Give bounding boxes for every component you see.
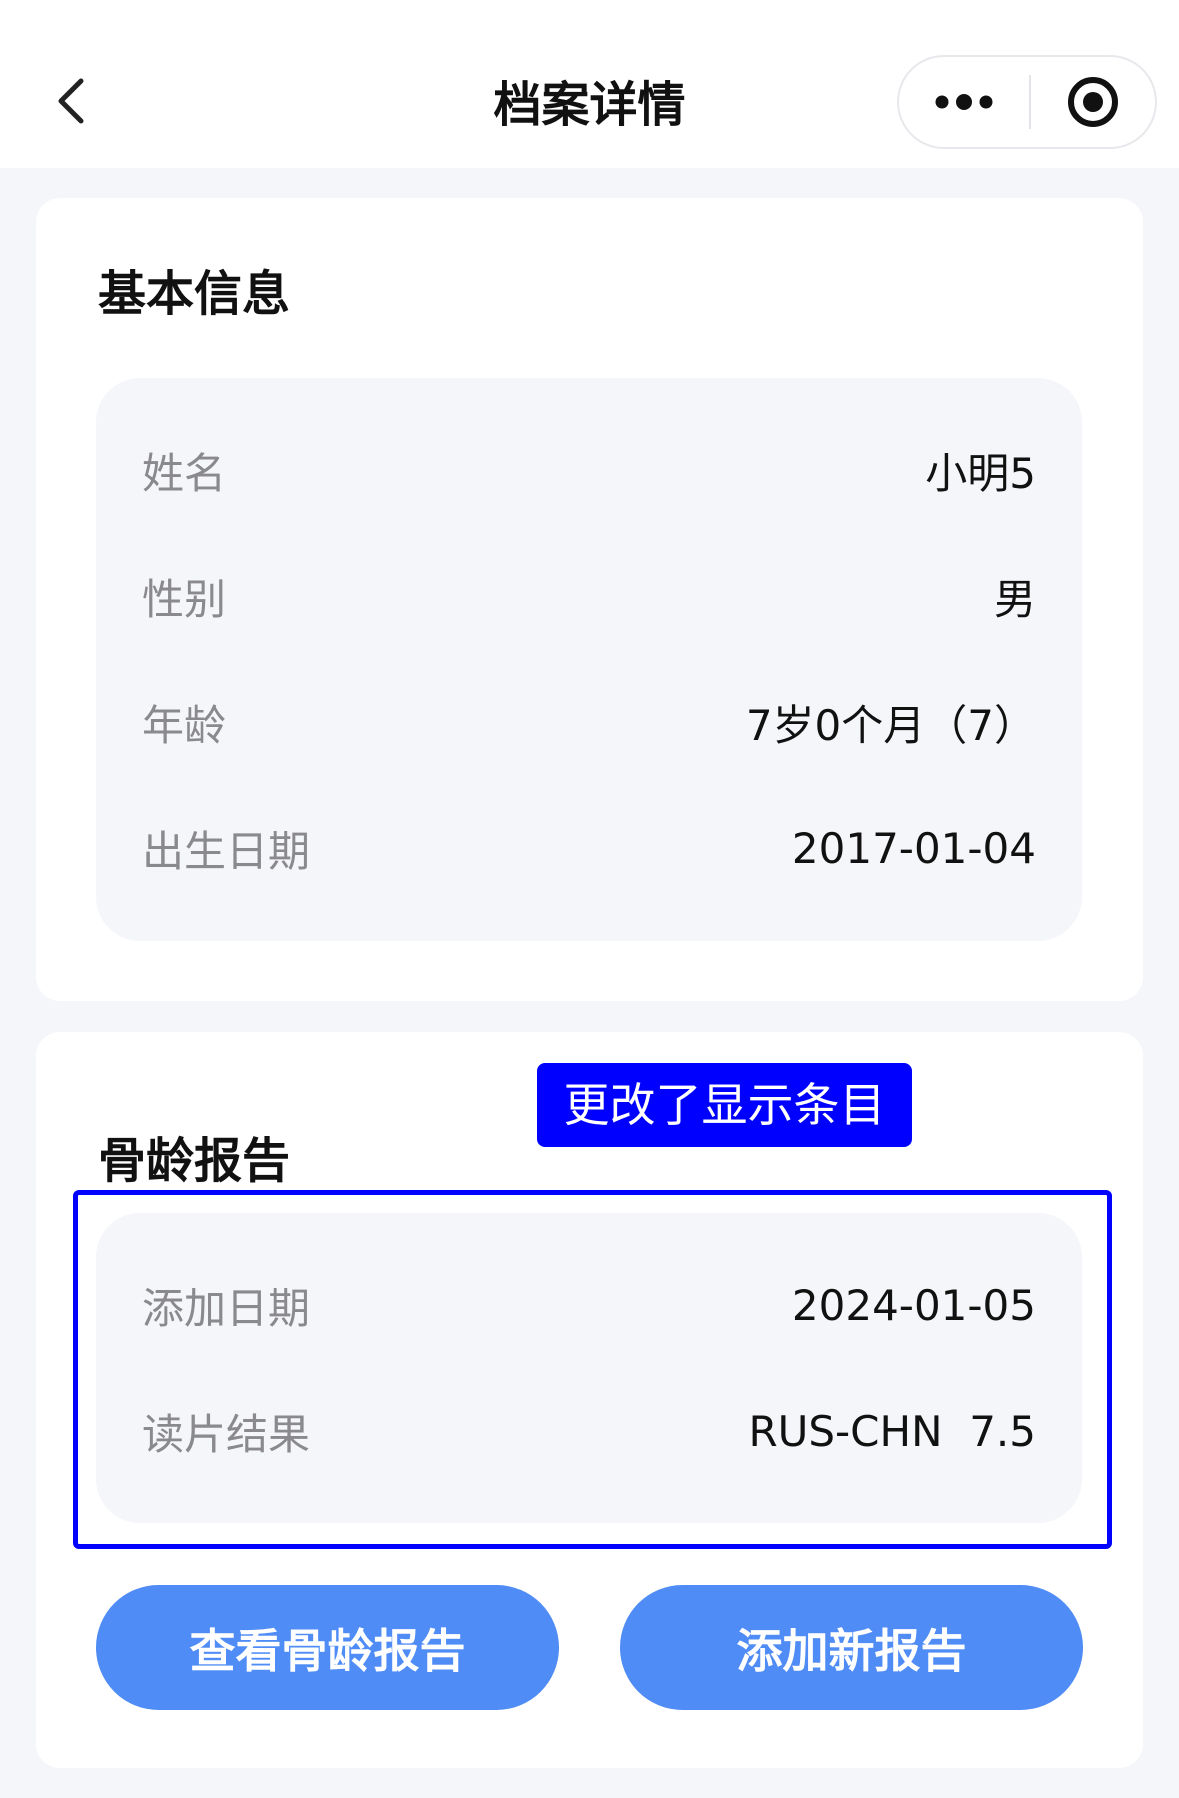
info-row-name: 姓名 小明5 [142, 440, 1036, 500]
add-new-report-button[interactable]: 添加新报告 [620, 1585, 1083, 1710]
info-value: 小明5 [925, 448, 1036, 498]
info-row-birthdate: 出生日期 2017-01-04 [142, 818, 1036, 878]
info-label: 性别 [142, 574, 227, 624]
info-value: 男 [993, 574, 1036, 624]
info-row-gender: 性别 男 [142, 566, 1036, 626]
info-label: 年龄 [142, 700, 227, 750]
basic-info-title: 基本信息 [98, 266, 291, 322]
bone-age-report-title: 骨龄报告 [98, 1133, 291, 1189]
close-miniprogram-button[interactable] [1031, 57, 1155, 147]
info-label: 出生日期 [142, 826, 311, 876]
view-bone-age-report-button[interactable]: 查看骨龄报告 [96, 1585, 559, 1710]
info-value: 7岁0个月（7） [745, 700, 1036, 750]
navigation-bar: 档案详情 [0, 0, 1179, 168]
back-button[interactable] [40, 66, 100, 136]
chevron-left-icon [58, 78, 84, 124]
more-dots-icon [935, 94, 993, 110]
info-value: 2017-01-04 [791, 823, 1036, 873]
basic-info-box: 姓名 小明5 性别 男 年龄 7岁0个月（7） 出生日期 2017-01-04 [96, 378, 1082, 941]
info-label: 姓名 [142, 448, 227, 498]
info-row-age: 年龄 7岁0个月（7） [142, 692, 1036, 752]
annotation-label: 更改了显示条目 [537, 1063, 912, 1147]
annotation-highlight-box [73, 1190, 1112, 1549]
target-circle-icon [1068, 77, 1118, 127]
basic-info-card: 基本信息 姓名 小明5 性别 男 年龄 7岁0个月（7） 出生日期 2017-0… [36, 198, 1143, 1001]
more-button[interactable] [899, 57, 1029, 147]
capsule-menu [897, 55, 1157, 149]
